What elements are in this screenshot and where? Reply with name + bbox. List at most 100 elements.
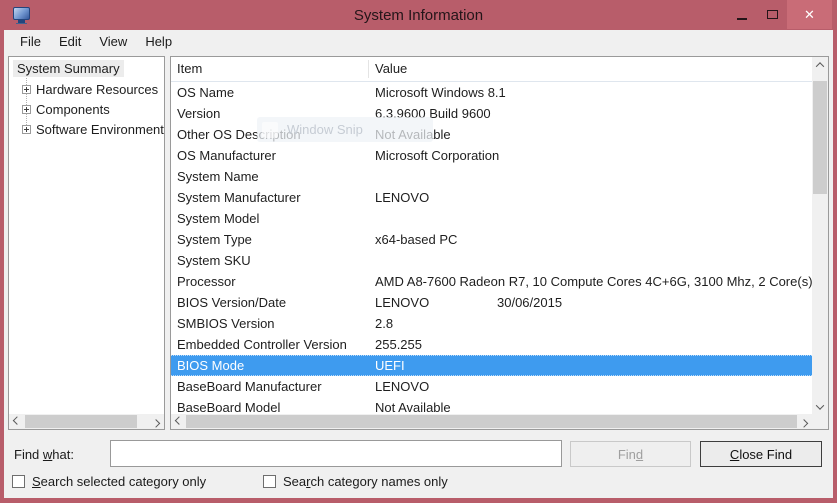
list-row[interactable]: ProcessorAMD A8-7600 Radeon R7, 10 Compu…: [171, 271, 812, 292]
row-value-cell: Not Available: [375, 397, 451, 414]
row-value-cell: Not Available: [375, 124, 451, 145]
row-item-cell: System Name: [177, 166, 259, 187]
tree-item-label: Software Environment: [36, 122, 164, 137]
row-item-cell: OS Name: [177, 82, 234, 103]
maximize-icon: [767, 10, 778, 19]
row-value-cell: UEFI: [375, 355, 405, 376]
details-list-panel: Item Value OS NameMicrosoft Windows 8.1V…: [170, 56, 829, 430]
client-area: FileEditViewHelp System Summary Hardware…: [4, 30, 833, 498]
list-row[interactable]: System Manufacturer LENOVO: [171, 187, 812, 208]
chevron-left-icon: [13, 416, 21, 424]
scroll-left-button[interactable]: [171, 414, 187, 429]
row-item-cell: SMBIOS Version: [177, 313, 275, 334]
maximize-button[interactable]: [757, 0, 787, 29]
list-row[interactable]: Embedded Controller Version 255.255: [171, 334, 812, 355]
chevron-down-icon: [816, 401, 824, 409]
chevron-left-icon: [175, 416, 183, 424]
category-tree-panel: System Summary Hardware Resources Compone…: [8, 56, 165, 430]
row-item-cell: Embedded Controller Version: [177, 334, 347, 355]
row-value-cell: LENOVO: [375, 376, 429, 397]
row-value2-cell: 30/06/2015: [497, 292, 562, 313]
row-item-cell: BIOS Version/Date: [177, 292, 286, 313]
scrollbar-thumb[interactable]: [186, 415, 797, 428]
expand-plus-icon[interactable]: [22, 85, 31, 94]
menu-help[interactable]: Help: [136, 32, 181, 51]
titlebar[interactable]: System Information ✕: [0, 0, 837, 30]
tree-item-label: Hardware Resources: [36, 82, 158, 97]
row-value-cell: x64-based PC: [375, 229, 457, 250]
row-value-cell: Microsoft Windows 8.1: [375, 82, 506, 103]
find-input[interactable]: [110, 440, 562, 467]
row-item-cell: System Model: [177, 208, 259, 229]
list-row[interactable]: OS ManufacturerMicrosoft Corporation: [171, 145, 812, 166]
row-value-cell: 255.255: [375, 334, 422, 355]
scroll-left-button[interactable]: [9, 414, 25, 429]
list-row[interactable]: System Type x64-based PC: [171, 229, 812, 250]
chevron-right-icon: [800, 419, 808, 427]
menu-edit[interactable]: Edit: [50, 32, 90, 51]
scroll-down-button[interactable]: [812, 399, 828, 415]
list-row[interactable]: Other OS Description Not Available: [171, 124, 812, 145]
row-item-cell: System Type: [177, 229, 252, 250]
find-button[interactable]: Find: [570, 441, 691, 467]
search-selected-category-checkbox[interactable]: [12, 475, 25, 488]
menu-file[interactable]: File: [11, 32, 50, 51]
row-item-cell: System Manufacturer: [177, 187, 301, 208]
list-row[interactable]: System SKU: [171, 250, 812, 271]
list-row[interactable]: BIOS Version/Date LENOVO 30/06/2015: [171, 292, 812, 313]
menu-view[interactable]: View: [90, 32, 136, 51]
system-information-app-icon: [13, 7, 30, 20]
scrollbar-thumb[interactable]: [25, 415, 137, 428]
row-item-cell: BaseBoard Model: [177, 397, 280, 414]
row-item-cell: Other OS Description: [177, 124, 301, 145]
list-horizontal-scrollbar[interactable]: [171, 414, 812, 429]
list-row[interactable]: BaseBoard Model Not Available: [171, 397, 812, 414]
row-item-cell: Version: [177, 103, 220, 124]
menu-bar: FileEditViewHelp: [4, 30, 833, 52]
list-row[interactable]: Version 6.3.9600 Build 9600: [171, 103, 812, 124]
scroll-right-button[interactable]: [148, 414, 164, 429]
search-category-names-label[interactable]: Search category names only: [283, 474, 448, 489]
chevron-right-icon: [152, 419, 160, 427]
minimize-icon: [737, 18, 747, 20]
tree-item-hardware-resources[interactable]: Hardware Resources: [9, 79, 164, 99]
column-header-item[interactable]: Item: [177, 61, 202, 76]
window-controls: ✕: [727, 0, 832, 29]
list-vertical-scrollbar[interactable]: [812, 57, 828, 415]
tree-item-components[interactable]: Components: [9, 99, 164, 119]
expand-plus-icon[interactable]: [22, 105, 31, 114]
list-rows: OS Name Microsoft Windows 8.1 Version 6.3.9…: [171, 82, 812, 414]
scrollbar-thumb[interactable]: [813, 81, 827, 194]
tree-horizontal-scrollbar[interactable]: [9, 414, 164, 429]
scroll-right-button[interactable]: [796, 414, 812, 429]
row-value-cell: LENOVO: [375, 187, 429, 208]
tree-item-label: Components: [36, 102, 110, 117]
scrollbar-corner: [812, 414, 828, 429]
expand-plus-icon[interactable]: [22, 125, 31, 134]
row-item-cell: Processor: [177, 271, 236, 292]
row-value-cell: 6.3.9600 Build 9600: [375, 103, 491, 124]
list-row[interactable]: BIOS Mode UEFI: [171, 355, 812, 376]
search-selected-category-label[interactable]: Search selected category only: [32, 474, 206, 489]
minimize-button[interactable]: [727, 0, 757, 29]
tree-item-software-environment[interactable]: Software Environment: [9, 119, 164, 139]
search-category-names-checkbox[interactable]: [263, 475, 276, 488]
column-header-value[interactable]: Value: [375, 61, 407, 76]
row-item-cell: BIOS Mode: [177, 355, 244, 376]
list-row[interactable]: System Name: [171, 166, 812, 187]
list-row[interactable]: BaseBoard Manufacturer LENOVO: [171, 376, 812, 397]
row-value-cell: LENOVO: [375, 292, 429, 313]
row-item-cell: OS Manufacturer: [177, 145, 276, 166]
tree-item-system-summary[interactable]: System Summary: [13, 60, 124, 77]
close-button[interactable]: ✕: [787, 0, 832, 29]
close-find-button[interactable]: Close Find: [700, 441, 822, 467]
row-item-cell: BaseBoard Manufacturer: [177, 376, 322, 397]
list-row[interactable]: OS Name Microsoft Windows 8.1: [171, 82, 812, 103]
list-row[interactable]: System Model: [171, 208, 812, 229]
system-information-window: System Information ✕ FileEditViewHelp Sy…: [0, 0, 837, 503]
list-header: Item Value: [171, 57, 812, 82]
scroll-up-button[interactable]: [812, 57, 828, 73]
tree-children: Hardware Resources Components Software Env…: [9, 79, 164, 139]
list-row[interactable]: SMBIOS Version2.8: [171, 313, 812, 334]
find-what-label: Find what:: [14, 447, 74, 462]
